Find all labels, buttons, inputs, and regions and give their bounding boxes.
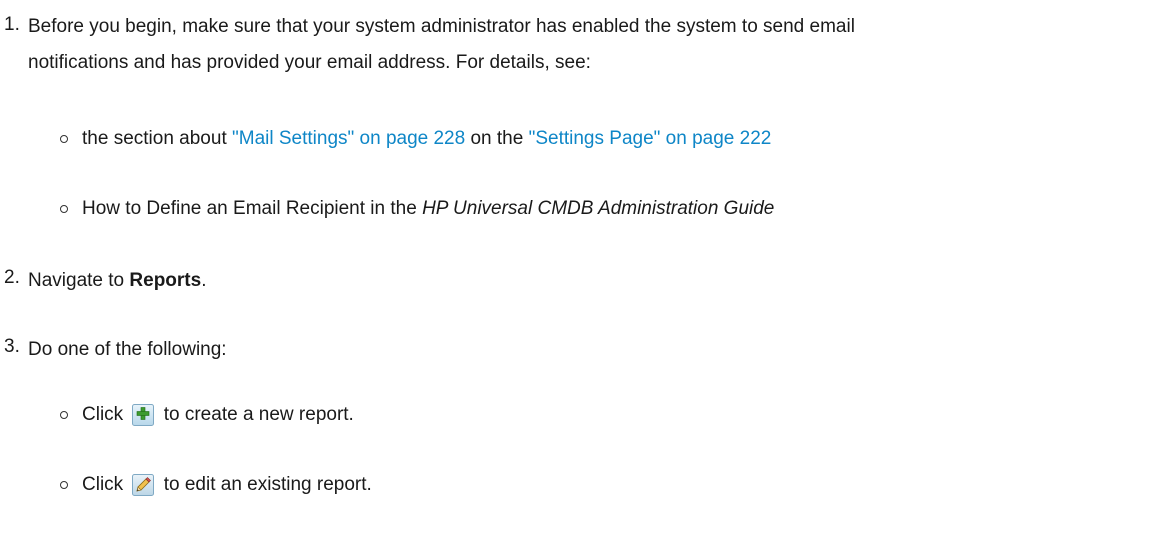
bullet-text: to edit an existing report. bbox=[158, 474, 372, 495]
list-item: How to Define an Email Recipient in the … bbox=[60, 191, 1160, 227]
step-number: 3. bbox=[4, 336, 20, 357]
guide-title: HP Universal CMDB Administration Guide bbox=[422, 198, 775, 219]
bullet-text: to create a new report. bbox=[158, 404, 354, 425]
settings-page-link[interactable]: "Settings Page" on page 222 bbox=[529, 128, 772, 150]
step-text-line: notifications and has provided your emai… bbox=[28, 52, 591, 73]
step-text: Do one of the following: bbox=[28, 339, 227, 360]
step-text: . bbox=[201, 270, 207, 291]
bullet-text: How to Define an Email Recipient in the bbox=[82, 198, 423, 219]
reports-label: Reports bbox=[129, 270, 202, 291]
bullet-icon bbox=[60, 135, 68, 143]
document-page: 1. Before you begin, make sure that your… bbox=[0, 0, 1172, 533]
step-number: 2. bbox=[4, 267, 20, 288]
bullet-icon bbox=[60, 481, 68, 489]
step-text-line: Before you begin, make sure that your sy… bbox=[28, 16, 855, 37]
edit-pencil-icon[interactable] bbox=[132, 474, 155, 496]
step-number: 1. bbox=[4, 14, 20, 35]
list-item: Click to create a new report. bbox=[60, 397, 1160, 433]
bullet-text: on the bbox=[465, 128, 529, 149]
bullet-text: Click bbox=[82, 474, 129, 495]
bullet-text: the section about bbox=[82, 128, 232, 149]
add-icon[interactable] bbox=[132, 404, 155, 426]
list-item: Click to edit an existing report. bbox=[60, 467, 1160, 503]
list-item: the section about "Mail Settings" on pag… bbox=[60, 121, 1160, 157]
mail-settings-link[interactable]: "Mail Settings" on page 228 bbox=[232, 128, 465, 150]
bullet-icon bbox=[60, 411, 68, 419]
bullet-icon bbox=[60, 205, 68, 213]
bullet-text: Click bbox=[82, 404, 129, 425]
step-text: Navigate to bbox=[28, 270, 130, 291]
